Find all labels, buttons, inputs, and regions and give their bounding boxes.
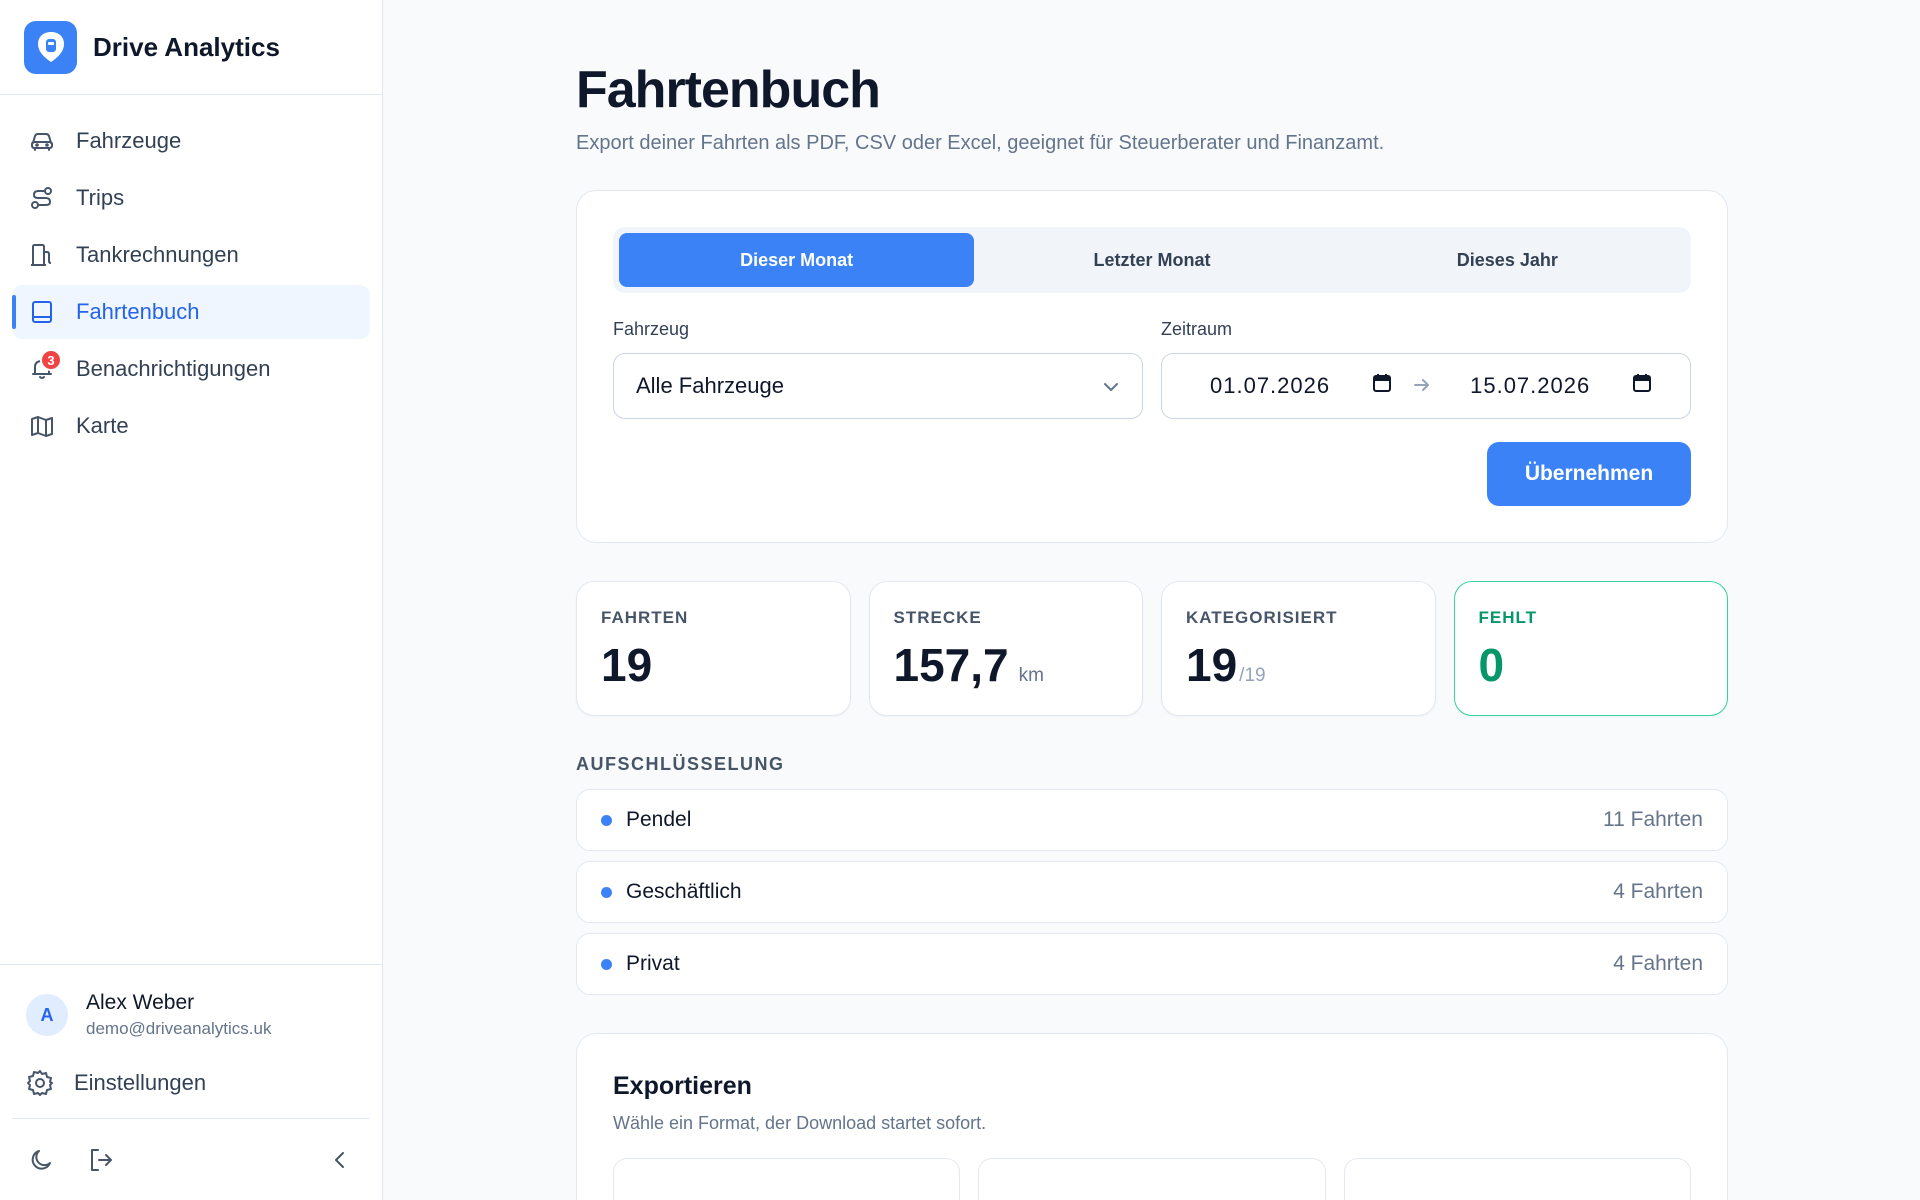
sidebar-item-label: Tankrechnungen bbox=[76, 242, 239, 267]
app-name: Drive Analytics bbox=[93, 31, 280, 62]
main-content: Fahrtenbuch Export deiner Fahrten als PD… bbox=[576, 0, 1728, 1200]
sidebar-item-label: Karte bbox=[76, 413, 129, 438]
vehicle-select-value: Alle Fahrzeuge bbox=[636, 373, 784, 398]
period-tabs: Dieser Monat Letzter Monat Dieses Jahr bbox=[613, 227, 1691, 293]
sidebar-item-tankrechnungen[interactable]: Tankrechnungen bbox=[12, 228, 370, 282]
page-title: Fahrtenbuch bbox=[576, 61, 881, 119]
sidebar-nav: Fahrzeuge Trips Tankrechnungen Fahrtenbu… bbox=[0, 95, 382, 453]
vehicle-select[interactable]: Alle Fahrzeuge bbox=[613, 353, 1143, 419]
notification-badge: 3 bbox=[40, 349, 62, 371]
brand[interactable]: Drive Analytics bbox=[0, 0, 382, 95]
date-range: 01.07.2026 15.07.2026 bbox=[1161, 353, 1691, 419]
category-count: 4 Fahrten bbox=[1613, 952, 1703, 975]
arrow-right-icon bbox=[1412, 373, 1432, 399]
export-subtitle: Wähle ein Format, der Download startet s… bbox=[613, 1113, 987, 1133]
sidebar-item-fahrzeuge[interactable]: Fahrzeuge bbox=[12, 114, 370, 168]
sidebar: Drive Analytics Fahrzeuge Trips Tankrech… bbox=[0, 0, 383, 1200]
sidebar-item-trips[interactable]: Trips bbox=[12, 171, 370, 225]
stat-card-fahrten: FAHRTEN 19 bbox=[576, 581, 851, 716]
stat-unit: km bbox=[1018, 665, 1044, 686]
route-icon bbox=[28, 184, 56, 212]
apply-button[interactable]: Übernehmen bbox=[1487, 442, 1691, 506]
filter-card: Dieser Monat Letzter Monat Dieses Jahr F… bbox=[576, 190, 1728, 543]
stat-value: 19 bbox=[601, 639, 653, 691]
stat-label: STRECKE bbox=[893, 608, 982, 627]
stat-card-kategorisiert: KATEGORISIERT 19/19 bbox=[1161, 581, 1436, 716]
category-label: Pendel bbox=[626, 808, 692, 831]
sidebar-actions bbox=[12, 1118, 370, 1200]
bell-icon: 3 bbox=[28, 349, 62, 383]
sidebar-item-fahrtenbuch[interactable]: Fahrtenbuch bbox=[12, 285, 370, 339]
avatar: A bbox=[26, 994, 68, 1036]
export-options bbox=[613, 1158, 1691, 1200]
fuel-icon bbox=[28, 241, 56, 269]
stats-row: FAHRTEN 19 STRECKE 157,7 km KATEGORISIERT… bbox=[576, 581, 1728, 716]
breakdown-title: AUFSCHLÜSSELUNG bbox=[576, 754, 785, 774]
stat-label: FAHRTEN bbox=[601, 608, 689, 627]
logout-icon[interactable] bbox=[85, 1144, 117, 1176]
sidebar-item-label: Fahrzeuge bbox=[76, 128, 182, 153]
page-subtitle: Export deiner Fahrten als PDF, CSV oder … bbox=[576, 132, 1385, 154]
tab-letzter-monat[interactable]: Letzter Monat bbox=[974, 233, 1329, 287]
range-label: Zeitraum bbox=[1161, 319, 1233, 339]
sidebar-item-benachrichtigungen[interactable]: 3 Benachrichtigungen bbox=[12, 342, 370, 396]
list-item: Geschäftlich 4 Fahrten bbox=[576, 861, 1728, 923]
stat-label: KATEGORISIERT bbox=[1186, 608, 1338, 627]
stat-value: 0 bbox=[1478, 639, 1505, 691]
stat-value: 157,7 bbox=[893, 639, 1009, 691]
category-count: 11 Fahrten bbox=[1602, 808, 1703, 831]
sidebar-item-label: Trips bbox=[76, 185, 125, 210]
chevron-down-icon bbox=[1102, 373, 1120, 399]
category-label: Privat bbox=[626, 952, 680, 975]
sidebar-item-label: Fahrtenbuch bbox=[76, 299, 200, 324]
settings-link[interactable]: Einstellungen bbox=[0, 1055, 382, 1111]
category-label: Geschäftlich bbox=[626, 880, 742, 903]
tab-dieser-monat[interactable]: Dieser Monat bbox=[619, 233, 975, 287]
date-from-input[interactable]: 01.07.2026 bbox=[1210, 373, 1392, 399]
stat-value: 19 bbox=[1186, 639, 1238, 691]
user-email: demo@driveanalytics.uk bbox=[86, 1019, 272, 1038]
export-option[interactable] bbox=[1343, 1158, 1691, 1200]
sidebar-footer: A Alex Weber demo@driveanalytics.uk Eins… bbox=[0, 964, 382, 1200]
collapse-sidebar-icon[interactable] bbox=[324, 1144, 356, 1176]
sidebar-item-karte[interactable]: Karte bbox=[12, 399, 370, 453]
date-from-value: 01.07.2026 bbox=[1210, 373, 1331, 398]
category-dot bbox=[601, 886, 612, 898]
user-name: Alex Weber bbox=[86, 991, 195, 1014]
category-count: 4 Fahrten bbox=[1613, 880, 1703, 903]
user-profile[interactable]: A Alex Weber demo@driveanalytics.uk bbox=[0, 965, 382, 1039]
tab-dieses-jahr[interactable]: Dieses Jahr bbox=[1330, 233, 1685, 287]
settings-label: Einstellungen bbox=[74, 1070, 207, 1095]
stat-card-strecke: STRECKE 157,7 km bbox=[868, 581, 1143, 716]
date-to-input[interactable]: 15.07.2026 bbox=[1470, 373, 1652, 399]
export-option[interactable] bbox=[613, 1158, 961, 1200]
list-item: Pendel 11 Fahrten bbox=[576, 789, 1728, 851]
map-icon bbox=[28, 412, 56, 440]
gear-icon bbox=[26, 1069, 54, 1097]
stat-card-fehlt: FEHLT 0 bbox=[1453, 581, 1728, 716]
stat-total: /19 bbox=[1239, 665, 1266, 686]
export-card: Exportieren Wähle ein Format, der Downlo… bbox=[576, 1033, 1728, 1200]
date-to-value: 15.07.2026 bbox=[1470, 373, 1591, 398]
car-icon bbox=[28, 127, 56, 155]
stat-label: FEHLT bbox=[1478, 608, 1538, 627]
list-item: Privat 4 Fahrten bbox=[576, 933, 1728, 995]
category-dot bbox=[601, 814, 612, 826]
vehicle-label: Fahrzeug bbox=[613, 319, 690, 339]
sidebar-item-label: Benachrichtigungen bbox=[76, 356, 271, 381]
moon-icon[interactable] bbox=[26, 1144, 58, 1176]
calendar-icon[interactable] bbox=[1632, 373, 1652, 399]
logo-icon bbox=[24, 20, 77, 74]
category-dot bbox=[601, 958, 612, 970]
export-option[interactable] bbox=[978, 1158, 1326, 1200]
export-title: Exportieren bbox=[613, 1072, 752, 1100]
breakdown-list: Pendel 11 Fahrten Geschäftlich 4 Fahrten… bbox=[576, 789, 1728, 995]
calendar-icon[interactable] bbox=[1372, 373, 1392, 399]
book-icon bbox=[28, 298, 56, 326]
